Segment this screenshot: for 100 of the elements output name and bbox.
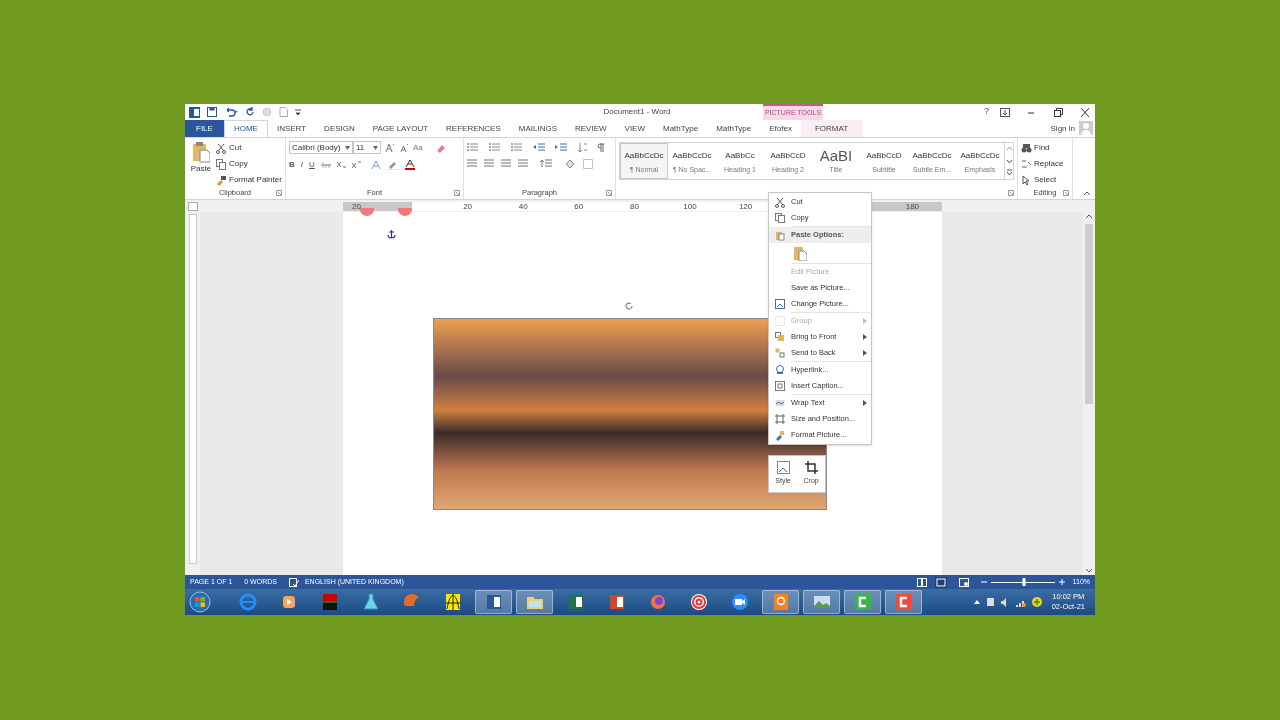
save-icon[interactable] (207, 107, 217, 117)
shading-icon[interactable] (564, 159, 576, 169)
ruler-number: 120 (738, 201, 753, 211)
cursor-icon (1021, 175, 1032, 185)
zoom-out-icon[interactable] (980, 579, 987, 585)
link-icon (775, 364, 785, 376)
numbering-icon[interactable] (489, 143, 501, 151)
dialog-launcher-icon[interactable] (606, 190, 612, 196)
replace-icon (1021, 159, 1032, 169)
copy-button[interactable]: Copy (216, 157, 282, 171)
paste-button[interactable]: Paste (188, 141, 214, 187)
front-icon (775, 331, 785, 343)
ribbon-tab[interactable]: DESIGN (315, 120, 364, 137)
rotate-handle-icon[interactable] (624, 301, 634, 311)
ribbon-tab[interactable]: Efofex (760, 120, 801, 137)
web-layout-icon[interactable] (958, 577, 969, 587)
ruler-number: 20 (351, 201, 361, 211)
read-mode-icon[interactable] (916, 577, 927, 587)
dialog-launcher-icon[interactable] (1008, 190, 1014, 196)
copy-icon (775, 212, 785, 224)
ribbon-tab[interactable]: FILE (185, 120, 224, 137)
back-icon (775, 347, 785, 359)
sort-icon[interactable] (577, 143, 587, 152)
ribbon-tab[interactable]: MathType (707, 120, 761, 137)
pilcrow-icon[interactable] (597, 143, 605, 152)
flask-icon[interactable] (360, 592, 381, 612)
format-icon (775, 429, 785, 441)
ribbon-tab[interactable]: VIEW (615, 120, 654, 137)
anchor-icon (387, 229, 396, 239)
crop-icon (804, 461, 818, 475)
slider-thumb[interactable] (1022, 578, 1026, 586)
change-case-button[interactable]: Aa (413, 141, 423, 154)
start-button-icon[interactable] (189, 591, 211, 613)
proofing-icon[interactable] (288, 577, 299, 587)
size-icon (775, 413, 785, 425)
grow-font-icon[interactable] (385, 142, 395, 153)
multilevel-list-icon[interactable] (511, 143, 523, 151)
redo-icon[interactable] (245, 107, 255, 117)
bullets-icon[interactable] (467, 143, 479, 151)
zoom-in-icon[interactable] (1058, 579, 1065, 585)
letter-c-app-icon[interactable] (893, 592, 914, 612)
find-button[interactable]: Find (1021, 141, 1064, 155)
sign-in-link[interactable]: Sign in (1046, 120, 1079, 137)
font-size-dropdown[interactable]: 11 (353, 141, 381, 154)
font-family-dropdown[interactable]: Calibri (Body) (289, 141, 353, 154)
paste-option-icon[interactable] (793, 245, 807, 261)
select-button[interactable]: Select (1021, 173, 1064, 187)
strikethrough-icon[interactable] (320, 161, 331, 169)
ribbon-tab[interactable]: PAGE LAYOUT (363, 120, 438, 137)
collapse-ribbon-icon[interactable] (1083, 190, 1091, 196)
superscript-icon[interactable] (351, 161, 361, 169)
ribbon-tab[interactable]: HOME (223, 120, 268, 137)
picture-icon (776, 461, 790, 475)
scroll-up-icon[interactable] (1085, 212, 1093, 220)
close-icon[interactable] (1079, 107, 1091, 117)
update-icon[interactable] (1031, 597, 1042, 607)
dialog-launcher-icon[interactable] (1063, 190, 1069, 196)
page-icon[interactable] (279, 107, 288, 117)
print-layout-icon[interactable] (934, 576, 947, 588)
dialog-launcher-icon[interactable] (454, 190, 460, 196)
dropdown-arrow-icon (373, 145, 378, 150)
italic-button[interactable]: I (300, 159, 303, 171)
ribbon-tab[interactable]: FORMAT (800, 120, 863, 137)
spiral-icon[interactable] (688, 592, 709, 612)
underline-button[interactable]: U (309, 159, 315, 171)
ribbon-display-icon[interactable] (1000, 107, 1010, 117)
ribbon-tab[interactable]: MAILINGS (509, 120, 566, 137)
tab-selector[interactable] (188, 201, 198, 211)
window-title: Document1 - Word (603, 106, 671, 118)
power-icon[interactable] (985, 597, 995, 607)
ruler-number: 180 (905, 201, 920, 211)
vertical-scrollbar[interactable] (1083, 212, 1095, 575)
undo-icon[interactable] (224, 107, 238, 117)
customize-icon[interactable] (295, 108, 301, 116)
font-color-icon[interactable] (404, 160, 415, 170)
highlighter-icon[interactable] (386, 160, 399, 170)
replace-button[interactable]: Replace (1021, 157, 1064, 171)
shrink-font-icon[interactable] (399, 142, 409, 153)
ribbon-tab[interactable]: INSERT (267, 120, 316, 137)
restore-icon[interactable] (1052, 107, 1064, 117)
ribbon-tab[interactable]: REVIEW (566, 120, 616, 137)
subscript-icon[interactable] (336, 161, 346, 169)
ribbon-tab[interactable]: REFERENCES (437, 120, 510, 137)
clear-formatting-icon[interactable] (434, 142, 445, 153)
show-hidden-icons-icon[interactable] (973, 600, 980, 604)
cut-button[interactable]: Cut (216, 141, 282, 155)
format-painter-button[interactable]: Format Painter (216, 173, 282, 187)
increase-indent-icon[interactable] (555, 143, 567, 151)
line-spacing-icon[interactable] (540, 159, 552, 168)
decrease-indent-icon[interactable] (533, 143, 545, 151)
letter-c-app-icon[interactable] (852, 592, 873, 612)
dialog-launcher-icon[interactable] (276, 190, 282, 196)
bold-button[interactable]: B (289, 159, 295, 171)
ribbon-tab[interactable]: MathType (654, 120, 708, 137)
scroll-down-icon[interactable] (1085, 567, 1093, 575)
video-camera-icon[interactable] (729, 592, 750, 612)
browser-icon[interactable] (237, 592, 258, 612)
zoom-slider[interactable] (990, 578, 1055, 586)
ruler-number: 20 (463, 201, 473, 211)
help-button[interactable]: ? (980, 105, 993, 119)
